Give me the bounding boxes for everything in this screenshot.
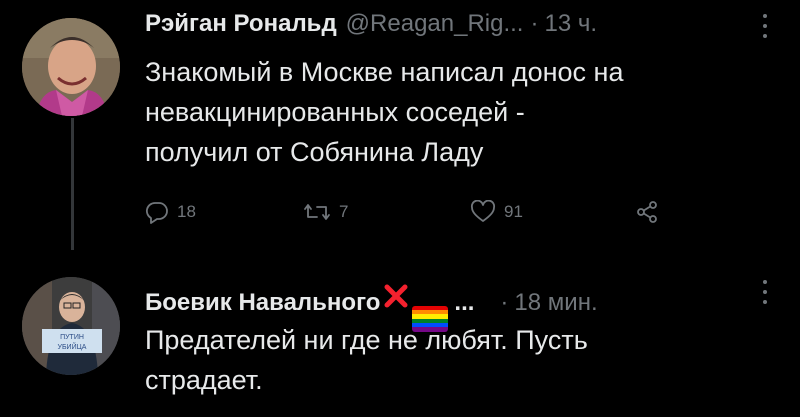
tweet-1[interactable]: Рэйган Рональд @Reagan_Rig... · 13 ч. Зн… [0,0,800,250]
svg-text:ПУТИН: ПУТИН [60,334,84,341]
tweet-actions: 18 7 91 [145,200,665,232]
retweet-count: 7 [339,202,349,221]
avatar[interactable]: ПУТИН УБИЙЦА [22,277,120,375]
name-ellipsis: ... [454,289,475,316]
tweet-text: Предателей ни где не любят. Пусть страда… [145,320,588,400]
more-options-icon[interactable] [762,280,768,304]
separator-dot: · [530,10,539,37]
retweet-icon [304,204,330,220]
tweet-text: Знакомый в Москве написал донос на невак… [145,52,623,172]
tweet-2[interactable]: ПУТИН УБИЙЦА Боевик Навального ... · 18 … [0,250,800,417]
avatar[interactable] [22,18,120,116]
author-name[interactable]: Рэйган Рональд [145,10,337,38]
timestamp[interactable]: 13 ч. [544,10,597,38]
share-icon [637,201,657,223]
like-button[interactable]: 91 [470,200,523,224]
like-count: 91 [504,202,523,221]
tweet-text-line: получил от Собянина Ладу [145,137,484,167]
separator-dot: · [500,289,509,316]
cross-mark-icon [384,284,408,308]
heart-icon [471,200,495,222]
tweet-text-line: Предателей ни где не любят. Пусть [145,325,588,355]
author-handle[interactable]: @Reagan_Rig... [346,10,524,38]
avatar-photo: ПУТИН УБИЙЦА [22,277,120,375]
reply-icon [145,202,168,224]
tweet-text-line: невакцинированных соседей - [145,97,525,127]
retweet-button[interactable]: 7 [303,200,348,224]
tweet-text-line: страдает. [145,365,263,395]
thread-line [71,118,74,250]
timestamp[interactable]: 18 мин. [514,289,597,317]
reply-button[interactable]: 18 [145,200,196,224]
author-name[interactable]: Боевик Навального [145,289,380,317]
tweet-header: Рэйган Рональд @Reagan_Rig... · 13 ч. [145,10,597,38]
share-button[interactable] [635,200,659,224]
reply-count: 18 [177,202,196,221]
more-options-icon[interactable] [762,14,768,38]
tweet-text-line: Знакомый в Москве написал донос на [145,57,624,87]
svg-text:УБИЙЦА: УБИЙЦА [58,342,87,351]
avatar-photo [22,18,120,116]
